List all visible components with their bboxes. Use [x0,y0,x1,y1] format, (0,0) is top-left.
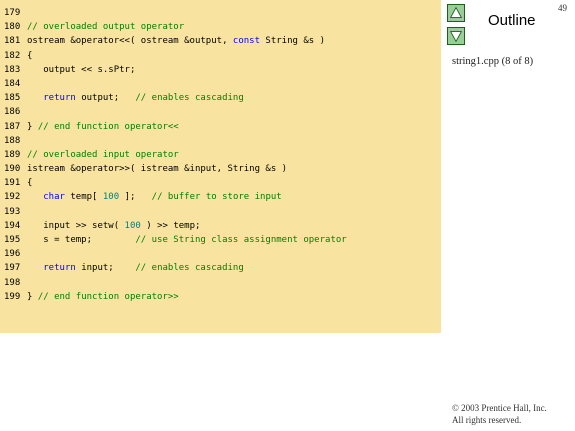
code-text: } [27,291,38,302]
code-line: 180 // overloaded output operator [0,20,441,34]
line-number: 184 [4,78,21,89]
code-text: s = temp; [27,235,136,245]
code-line: 188 [0,134,441,148]
code-text: ]; [119,192,152,203]
line-number: 198 [4,277,21,288]
line-number: 188 [4,135,21,146]
triangle-down-icon [449,31,463,43]
line-number: 183 [4,64,21,75]
code-keyword: return [43,263,76,274]
code-comment: // enables cascading [135,93,244,104]
code-lines: 179 180 // overloaded output operator 181 os… [0,6,441,304]
code-keyword: char [43,192,65,203]
line-number: 192 [4,192,21,203]
code-comment: // use String class assignment operator [135,235,347,245]
code-keyword: const [232,36,260,47]
copyright-line: © 2003 Prentice Hall, Inc. [452,403,547,413]
code-text: { [27,178,33,189]
code-keyword: return [43,93,76,104]
code-line: 198 [0,276,441,290]
line-number: 186 [4,107,21,118]
code-line: 190 istream &operator>>( istream &input, … [0,162,441,176]
code-text: ) >> temp; [140,220,201,231]
code-text: { [27,50,33,61]
code-line: 183 output << s.sPtr; [0,63,441,77]
code-line: 186 [0,105,441,119]
code-line: 193 [0,205,441,219]
code-line: 197 return input; // enables cascading [0,261,441,275]
next-slide-button[interactable] [447,27,465,45]
outline-title[interactable]: Outline [488,12,536,29]
line-number: 190 [4,164,21,175]
code-comment: // end function operator>> [37,291,179,302]
line-number: 194 [4,220,21,231]
line-number: 199 [4,291,21,302]
code-comment: // overloaded output operator [27,22,185,33]
line-number: 185 [4,93,21,104]
code-line: 196 [0,247,441,261]
line-number: 196 [4,249,21,260]
code-line: 191 { [0,176,441,190]
code-number: 100 [124,220,141,231]
code-listing-panel: 179 180 // overloaded output operator 181 os… [0,0,441,333]
line-number: 197 [4,263,21,274]
line-number: 181 [4,36,21,47]
code-comment: // overloaded input operator [27,149,179,160]
code-comment: // end function operator<< [37,121,179,132]
code-text: istream &operator>>( istream &input, Str… [27,164,288,175]
line-number: 189 [4,149,21,160]
page-number: 49 [558,3,567,13]
code-text: output << s.sPtr; [27,64,136,75]
code-line: 179 [0,6,441,20]
line-number: 191 [4,178,21,189]
code-line: 199} // end function operator>> [0,290,441,304]
code-text: ostream &operator<<( ostream &output, [27,36,233,47]
line-number: 187 [4,121,21,132]
code-comment: // enables cascading [135,263,244,274]
code-text: String &s ) [260,36,326,47]
line-number: 179 [4,8,21,18]
code-line: 182 { [0,49,441,63]
code-line: 181 ostream &operator<<( ostream &output,… [0,34,441,48]
line-number: 180 [4,22,21,33]
code-line: 189 // overloaded input operator [0,148,441,162]
rights-line: All rights reserved. [452,415,522,425]
triangle-up-icon [449,6,463,18]
code-text: temp[ [64,192,103,203]
code-number: 100 [102,192,120,203]
code-comment: // buffer to store input [151,192,282,203]
file-caption: string1.cpp (8 of 8) [452,56,534,67]
line-number: 193 [4,206,21,217]
code-line: 195 s = temp; // use String class assign… [0,233,441,247]
code-text: input; [75,263,136,274]
code-line: 192 char temp[ 100 ]; // buffer to store… [0,190,441,204]
code-text: output; [75,93,136,104]
code-text: } [27,121,38,132]
copyright-notice: © 2003 Prentice Hall, Inc. All rights re… [452,402,547,426]
previous-slide-button[interactable] [447,4,465,22]
code-line: 184 [0,77,441,91]
line-number: 195 [4,235,21,245]
code-line: 187} // end function operator<< [0,120,441,134]
line-number: 182 [4,50,21,61]
code-text: input >> setw( [27,220,125,231]
code-line: 194 input >> setw( 100 ) >> temp; [0,219,441,233]
code-line: 185 return output; // enables cascading [0,91,441,105]
